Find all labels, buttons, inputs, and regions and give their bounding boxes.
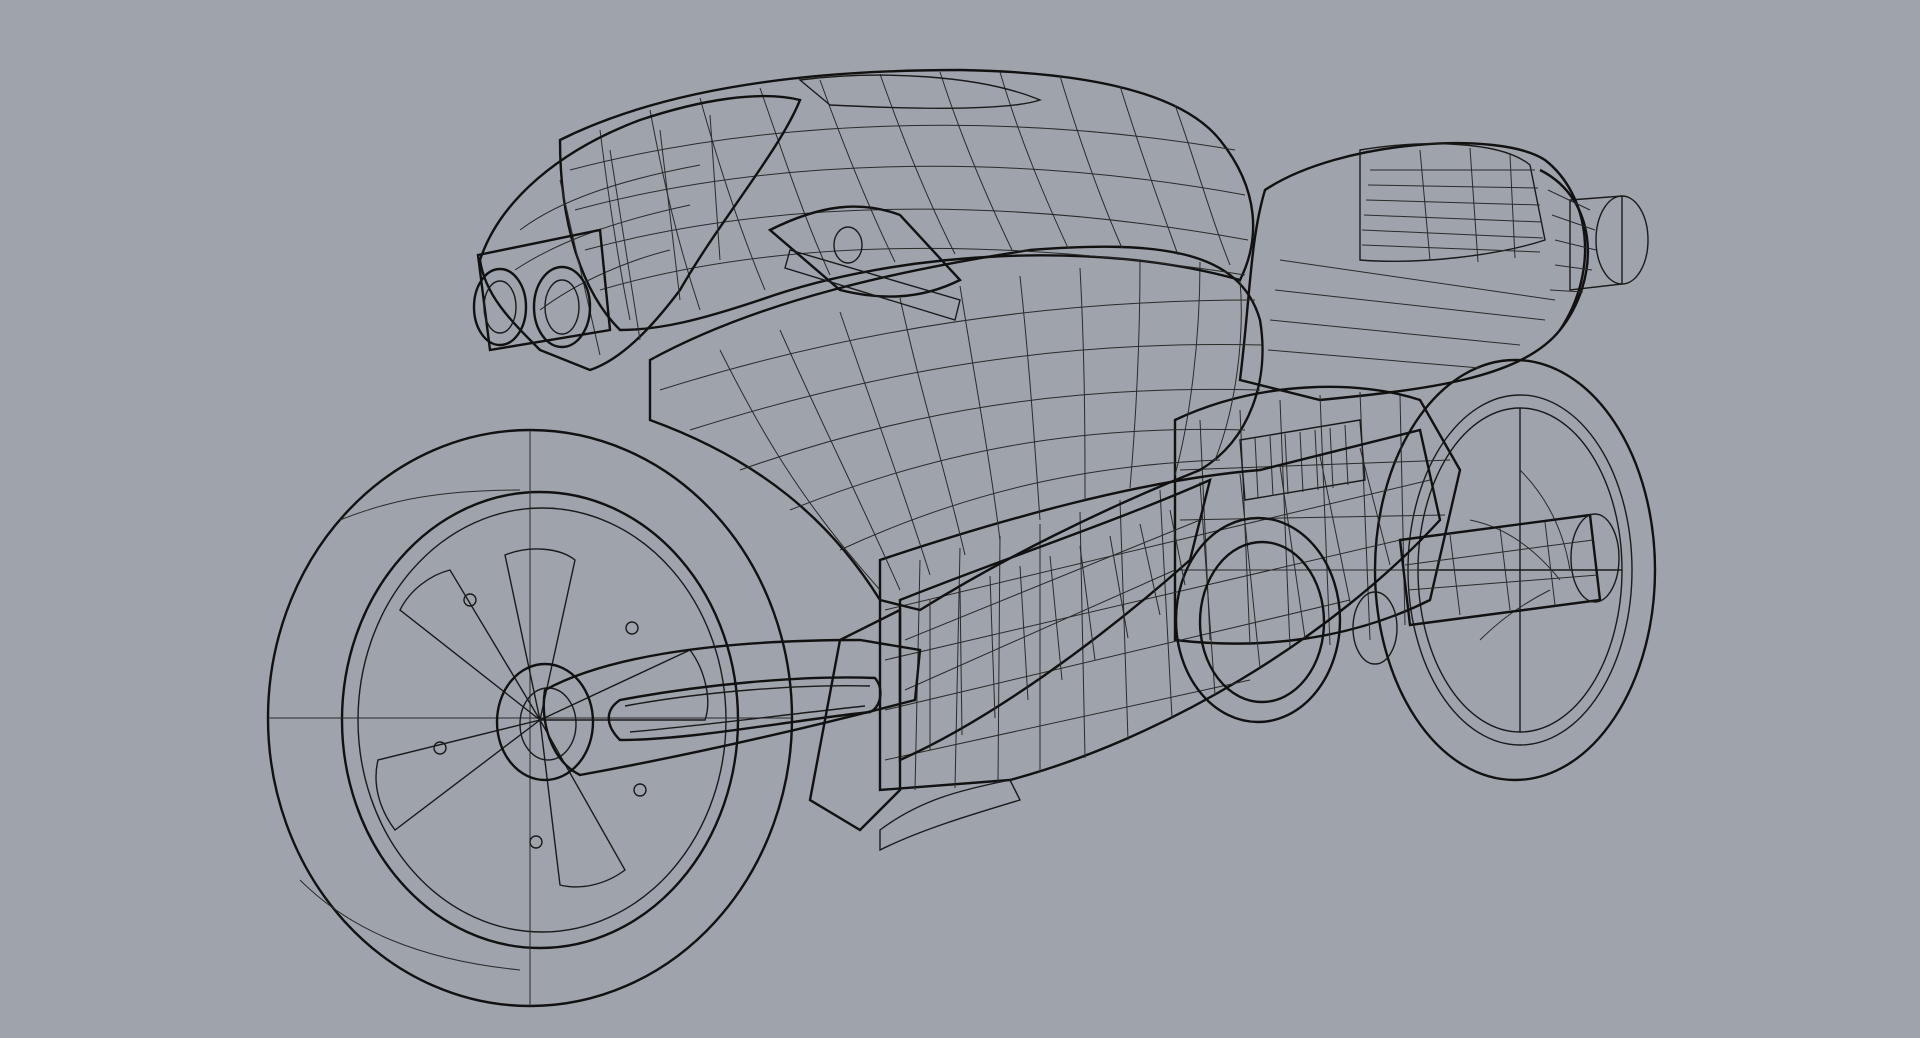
rhino-viewport[interactable] — [0, 0, 1920, 1038]
near-wheel — [266, 428, 794, 1008]
chin-spoiler — [808, 608, 1021, 852]
motorcycle-model-render — [266, 68, 1657, 1008]
handlebar — [767, 205, 962, 321]
main-fairing — [648, 245, 1442, 792]
fuel-tank — [558, 68, 1255, 332]
seat-tail — [1238, 141, 1597, 402]
rear-body — [1173, 385, 1620, 649]
